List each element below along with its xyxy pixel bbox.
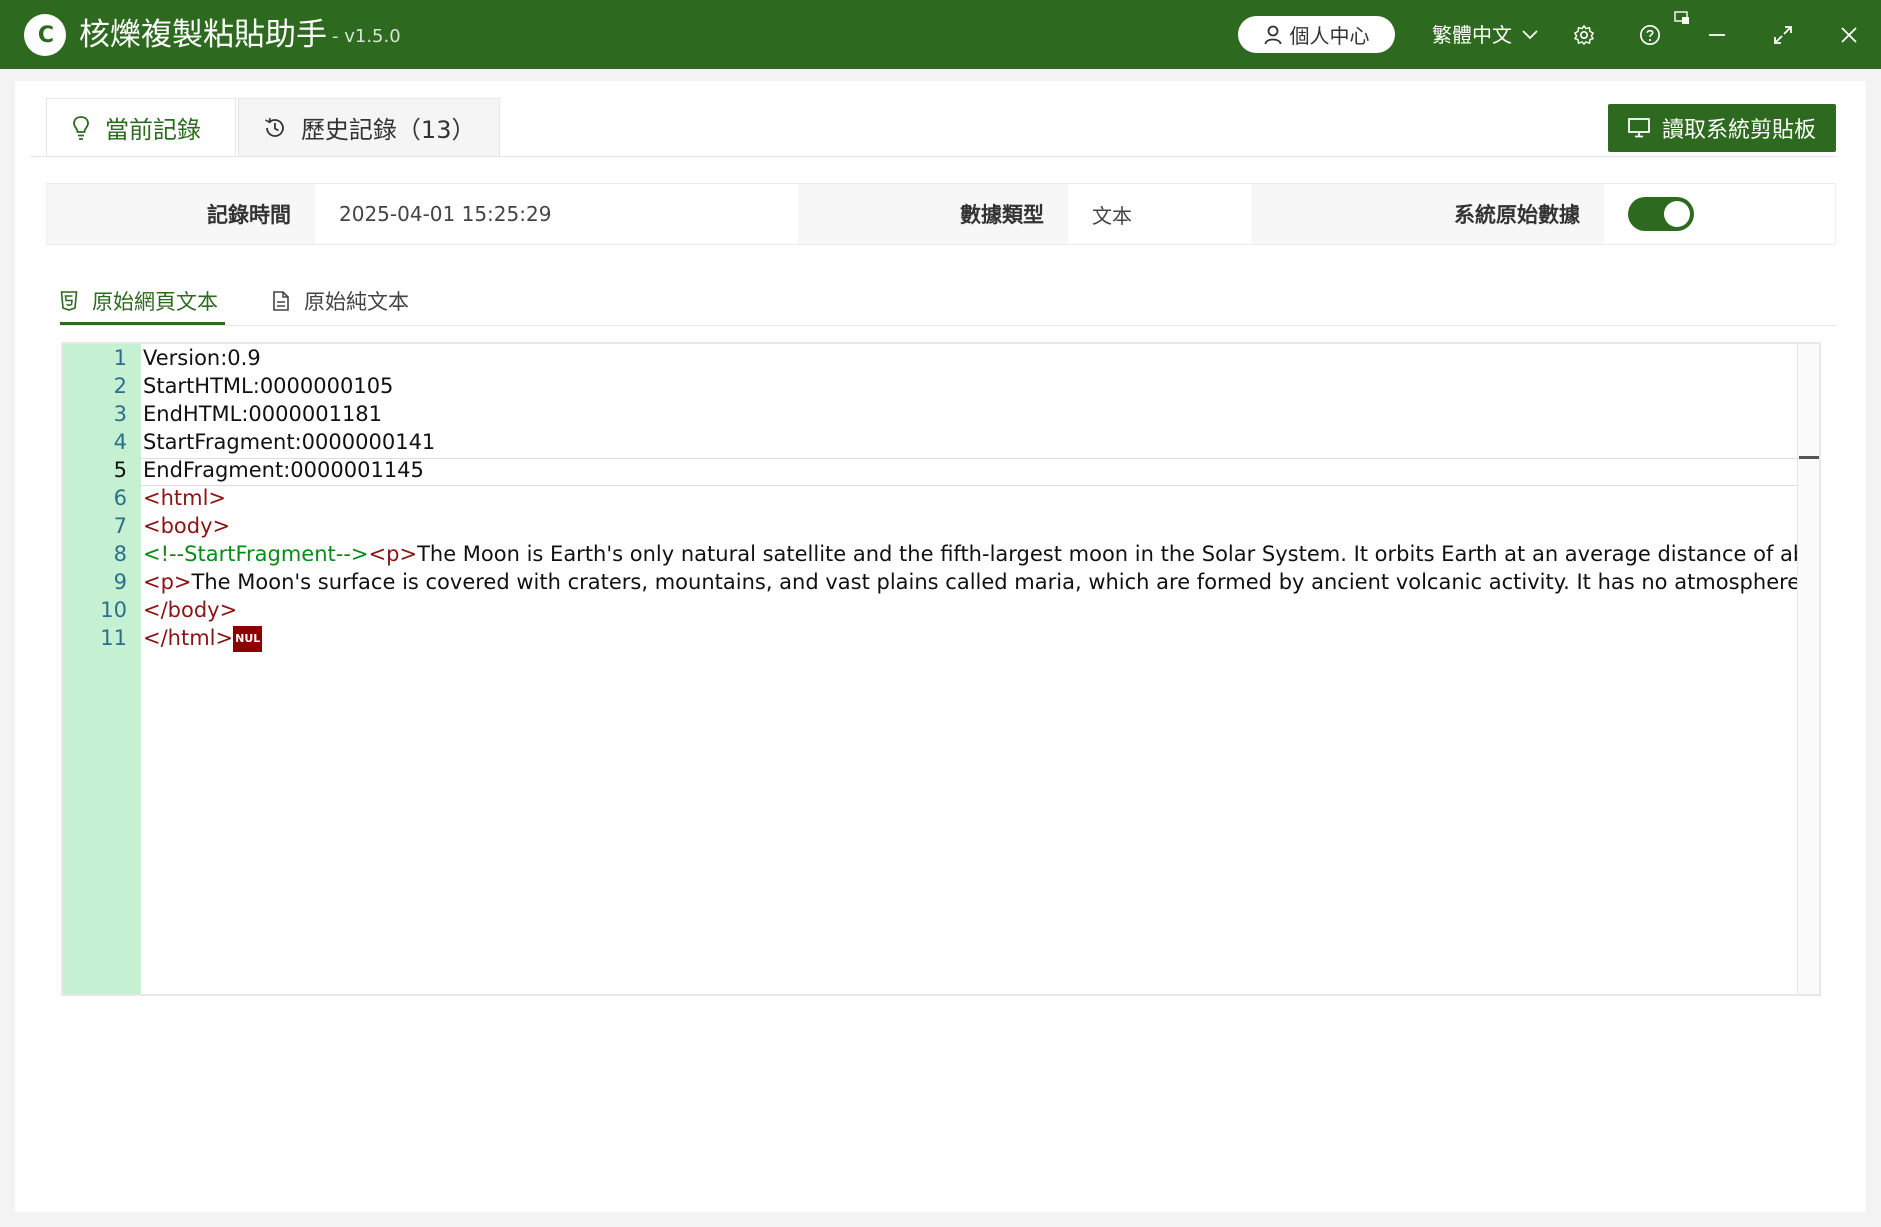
- line-number: 4: [113, 430, 127, 454]
- read-clipboard-button[interactable]: 讀取系統剪貼板: [1608, 104, 1836, 152]
- line-number-active: 5: [113, 458, 127, 482]
- close-icon: [1841, 27, 1857, 43]
- close-button[interactable]: [1832, 18, 1866, 52]
- user-center-label: 個人中心: [1289, 24, 1370, 48]
- language-select[interactable]: 繁體中文: [1432, 20, 1538, 50]
- code-line-highlighted: <p>The Moon's surface is covered with cr…: [143, 570, 1797, 594]
- line-number: 2: [113, 374, 127, 398]
- code-line-active: EndFragment:0000001145: [143, 458, 424, 482]
- tab-history-label: 歷史記錄（13）: [300, 116, 476, 144]
- help-button[interactable]: [1633, 18, 1667, 52]
- code-line: <html>: [143, 486, 227, 510]
- nul-char-marker: NUL: [233, 626, 263, 652]
- line-number: 6: [113, 486, 127, 510]
- app-title: 核爍複製粘貼助手: [79, 17, 327, 53]
- line-number: 1: [113, 346, 127, 370]
- line-number: 11: [100, 626, 127, 650]
- code-line: </body>: [143, 598, 238, 622]
- record-time-value: 2025-04-01 15:25:29: [315, 184, 798, 244]
- document-icon: [273, 291, 289, 311]
- data-type-value: 文本: [1068, 184, 1251, 244]
- tab-current-label: 當前記錄: [105, 116, 201, 144]
- subtab-raw-html-label: 原始網頁文本: [92, 290, 218, 314]
- code-editor[interactable]: 1 2 3 4 5 6 7 8 9 10 11 Version:0.9 Star…: [61, 342, 1821, 996]
- pin-window-icon: [1674, 11, 1689, 24]
- line-number: 8: [113, 542, 127, 566]
- subtab-raw-text-label: 原始純文本: [304, 290, 409, 314]
- scroll-position-marker: [1799, 456, 1819, 459]
- app-logo-icon: C: [24, 14, 66, 56]
- maximize-button[interactable]: [1766, 18, 1800, 52]
- read-clipboard-label: 讀取系統剪貼板: [1661, 118, 1816, 143]
- code-line: <body>: [143, 514, 231, 538]
- language-label: 繁體中文: [1432, 23, 1512, 47]
- app-version: - v1.5.0: [332, 26, 401, 47]
- tab-history-record[interactable]: 歷史記錄（13）: [238, 98, 500, 156]
- subtab-raw-html[interactable]: 原始網頁文本: [60, 276, 218, 326]
- lightbulb-icon: [73, 115, 89, 140]
- expand-icon: [1774, 26, 1792, 44]
- app-window: C 核爍複製粘貼助手 - v1.5.0 個人中心 繁體中文 當前記錄 歷史記錄（…: [0, 0, 1881, 1227]
- monitor-icon: [1628, 118, 1650, 138]
- raw-data-toggle[interactable]: [1628, 197, 1694, 231]
- record-info-row: 記錄時間 2025-04-01 15:25:29 數據類型 文本 系統原始數據: [46, 183, 1836, 245]
- line-number-gutter: 1 2 3 4 5 6 7 8 9 10 11: [63, 344, 141, 994]
- minimize-icon: [1709, 34, 1725, 36]
- minimize-button[interactable]: [1700, 18, 1734, 52]
- code-line: Version:0.9: [143, 346, 261, 370]
- line-number: 3: [113, 402, 127, 426]
- data-type-label: 數據類型: [798, 184, 1068, 244]
- line-number: 9: [113, 570, 127, 594]
- subtab-divider: [60, 325, 1836, 326]
- history-clock-icon: [265, 117, 284, 137]
- line-number: 10: [100, 598, 127, 622]
- code-line: StartHTML:0000000105: [143, 374, 394, 398]
- code-line: EndHTML:0000001181: [143, 402, 383, 426]
- title-bar[interactable]: C 核爍複製粘貼助手 - v1.5.0 個人中心 繁體中文: [0, 0, 1881, 69]
- subtab-raw-text[interactable]: 原始純文本: [272, 276, 409, 326]
- html5-icon: [60, 291, 78, 311]
- code-line-highlighted: <!--StartFragment--><p>The Moon is Earth…: [143, 542, 1797, 566]
- tab-current-record[interactable]: 當前記錄: [46, 98, 236, 156]
- user-center-button[interactable]: 個人中心: [1238, 16, 1395, 53]
- raw-data-label: 系統原始數據: [1251, 184, 1604, 244]
- code-line: StartFragment:0000000141: [143, 430, 436, 454]
- record-time-label: 記錄時間: [47, 184, 315, 244]
- pin-button[interactable]: [1670, 6, 1694, 30]
- vertical-scrollbar[interactable]: [1797, 344, 1819, 994]
- code-line-last: </html> NUL: [141, 624, 1797, 652]
- raw-data-cell: [1604, 184, 1835, 244]
- line-number: 7: [113, 514, 127, 538]
- help-icon: [1640, 25, 1660, 45]
- tab-divider: [30, 156, 1836, 157]
- user-icon: [1264, 25, 1281, 44]
- gear-icon: [1574, 25, 1594, 45]
- code-text: </html>: [143, 626, 234, 650]
- settings-button[interactable]: [1567, 18, 1601, 52]
- chevron-down-icon: [1522, 30, 1538, 40]
